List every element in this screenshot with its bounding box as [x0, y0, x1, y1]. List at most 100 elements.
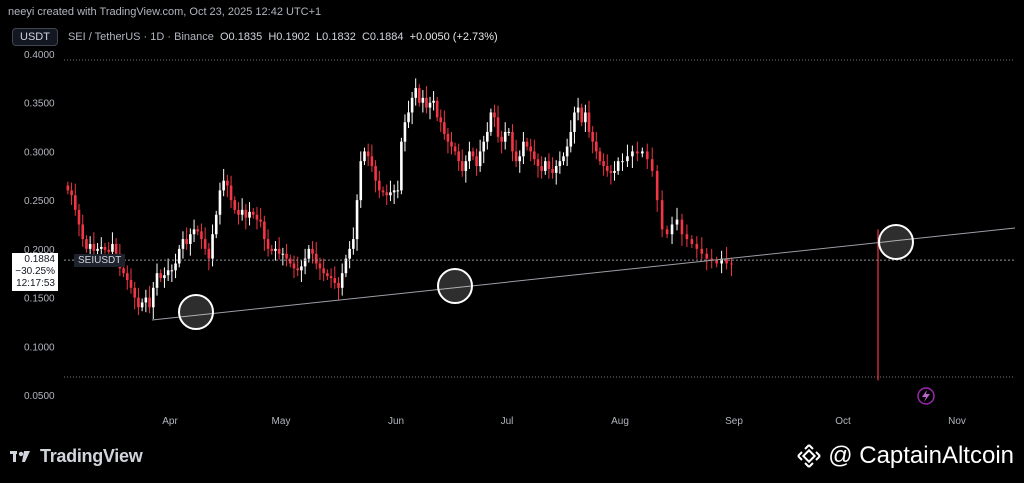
candle-body — [547, 161, 551, 169]
candle-body — [573, 112, 576, 132]
touch-highlight-circle — [437, 268, 473, 304]
y-tick-label: 0.3000 — [24, 147, 55, 158]
candle-body — [407, 112, 410, 123]
candle-body — [403, 122, 407, 142]
x-tick-label: Jun — [388, 416, 404, 427]
candle-body — [292, 263, 296, 269]
chart-area[interactable]: 0.0500 0.1000 0.1500 0.2000 0.2500 0.3000 0.35… — [0, 22, 1024, 432]
candle-body — [605, 166, 609, 171]
change-value: +0.0050 (+2.73%) — [409, 31, 498, 43]
candle-body — [314, 253, 318, 264]
candle-body — [333, 278, 337, 283]
candle-body — [355, 200, 359, 240]
candle-body — [240, 209, 244, 215]
candle-body — [148, 297, 151, 308]
price-chart[interactable]: 0.05000.10000.15000.20000.25000.30000.35… — [0, 22, 1024, 432]
candle-body — [370, 156, 374, 167]
candle-body — [705, 253, 709, 259]
lightning-icon-bolt — [922, 390, 930, 402]
low-value: L0.1832 — [316, 31, 356, 43]
candle-body — [569, 131, 573, 147]
candle-body — [81, 224, 85, 240]
candle-body — [274, 248, 277, 251]
candle-body — [251, 211, 255, 215]
candle-body — [340, 273, 344, 288]
candle-body — [655, 170, 659, 201]
candle-body — [443, 122, 446, 134]
candle-body — [192, 229, 196, 235]
candle-body — [446, 133, 450, 142]
candle-body — [66, 185, 70, 191]
candle-body — [263, 221, 266, 240]
candle-body — [421, 97, 425, 103]
lightning-icon — [917, 387, 935, 405]
candle-body — [196, 229, 200, 232]
candle-body — [229, 185, 233, 201]
candle-body — [496, 117, 500, 137]
candle-body — [300, 266, 303, 271]
currency-badge[interactable]: USDT — [12, 28, 58, 46]
touch-highlight-circle — [178, 294, 214, 330]
candle-body — [576, 107, 580, 113]
candle-body — [425, 97, 428, 108]
candle-body — [389, 192, 392, 196]
candle-body — [460, 161, 464, 171]
candle-body — [366, 151, 370, 157]
candle-body — [562, 156, 565, 162]
candle-body — [222, 180, 225, 191]
candle-body — [203, 239, 207, 249]
candle-body — [237, 209, 240, 215]
candle-body — [522, 141, 525, 157]
candle-body — [529, 146, 532, 152]
candle-body — [359, 161, 363, 201]
candle-body — [533, 151, 536, 160]
candle-body — [270, 248, 274, 251]
y-tick-label: 0.2500 — [24, 196, 55, 207]
candle-body — [700, 248, 704, 254]
candle-body — [374, 166, 377, 181]
y-tick-label: 0.1500 — [24, 294, 55, 305]
candle-body — [70, 190, 73, 196]
candle-body — [428, 102, 432, 108]
candle-body — [318, 263, 322, 269]
candle-body — [730, 263, 733, 265]
current-price-tag: 0.1884 −30.25% 12:17:53 — [12, 253, 58, 291]
candle-body — [207, 248, 211, 259]
candle-body — [133, 287, 137, 298]
candle-body — [482, 141, 486, 152]
candle-body — [660, 200, 664, 230]
legend-values: SEI / TetherUS · 1D · Binance O0.1835 H0… — [68, 31, 498, 43]
candle-body — [400, 141, 403, 191]
candle-body — [685, 234, 689, 240]
candle-body — [200, 231, 203, 240]
candle-body — [259, 219, 262, 222]
candle-body — [486, 131, 489, 142]
candle-body — [159, 273, 163, 279]
candle-body — [129, 280, 133, 288]
x-tick-label: Aug — [611, 416, 629, 427]
candle-body — [587, 112, 591, 132]
candle-body — [277, 248, 281, 254]
candle-body — [88, 243, 92, 249]
candle-body — [155, 273, 159, 288]
symbol-tag: SEIUSDT — [74, 254, 126, 267]
candle-body — [170, 270, 174, 272]
candle-body — [511, 131, 514, 152]
candle-body — [414, 88, 417, 98]
candle-body — [378, 180, 381, 191]
candle-body — [214, 214, 218, 235]
candle-body — [609, 170, 613, 173]
candle-body — [432, 100, 435, 103]
candle-body — [163, 275, 166, 279]
candle-body — [595, 141, 598, 152]
candle-body — [680, 219, 684, 235]
candle-body — [493, 112, 496, 118]
y-tick-label: 0.4000 — [24, 50, 55, 61]
touch-highlight-circle — [878, 224, 914, 260]
candle-body — [266, 239, 270, 249]
candle-body — [352, 239, 355, 249]
candle-body — [77, 209, 81, 225]
candle-body — [174, 263, 177, 271]
x-tick-label: Jul — [501, 416, 514, 427]
candle-body — [248, 211, 251, 218]
